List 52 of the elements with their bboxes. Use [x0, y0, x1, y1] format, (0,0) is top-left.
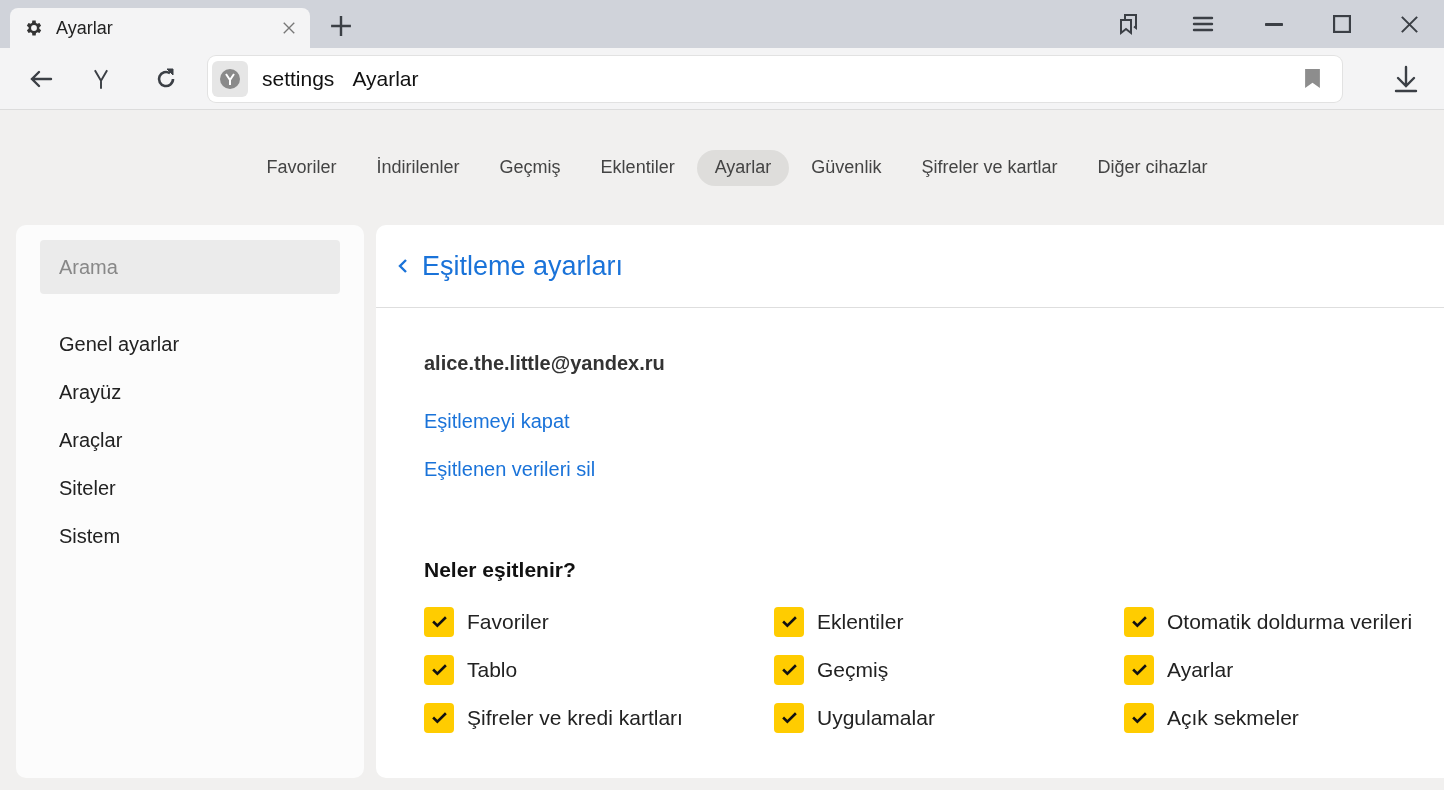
sidebar-item[interactable]: Arayüz	[40, 368, 340, 416]
maximize-icon[interactable]	[1333, 15, 1351, 33]
nav-tab[interactable]: Diğer cihazlar	[1079, 149, 1226, 186]
sidebar-item[interactable]: Sistem	[40, 512, 340, 560]
section-title: Neler eşitlenir?	[424, 557, 577, 583]
address-host: settings	[262, 65, 335, 92]
checkbox-label: Eklentiler	[817, 608, 904, 635]
checkbox-label: Favoriler	[467, 608, 549, 635]
link[interactable]: Eşitlenen verileri sil	[424, 454, 596, 484]
checkbox-label: Açık sekmeler	[1167, 704, 1299, 731]
bookmark-icon[interactable]	[1305, 69, 1320, 88]
nav-tab[interactable]: Ayarlar	[696, 149, 790, 186]
nav-tab[interactable]: İndirilenler	[358, 149, 478, 186]
download-icon[interactable]	[1394, 64, 1418, 93]
checkbox[interactable]	[424, 654, 454, 685]
checkbox-label: Uygulamalar	[817, 704, 935, 731]
close-icon[interactable]	[282, 21, 296, 35]
tab-title: Ayarlar	[56, 16, 114, 40]
checkbox[interactable]	[1124, 702, 1154, 733]
checkbox-label: Şifreler ve kredi kartları	[467, 704, 683, 731]
checkbox-label: Tablo	[467, 656, 518, 683]
nav-tab[interactable]: Favoriler	[248, 149, 355, 186]
nav-tab[interactable]: Geçmiş	[481, 149, 579, 186]
close-icon[interactable]	[1401, 15, 1418, 33]
site-icon	[212, 60, 248, 97]
nav-tab[interactable]: Eklentiler	[582, 149, 693, 186]
gear-icon	[24, 18, 44, 38]
address-bar[interactable]: settings Ayarlar	[208, 55, 1342, 102]
back-chevron-icon[interactable]	[398, 258, 408, 274]
browser-tab[interactable]: Ayarlar	[10, 8, 310, 48]
checkbox-label: Geçmiş	[817, 656, 889, 683]
address-page-title: Ayarlar	[352, 65, 420, 92]
sidebar-item[interactable]: Genel ayarlar	[40, 320, 340, 368]
checkbox[interactable]	[1124, 654, 1154, 685]
new-tab-icon[interactable]	[330, 15, 352, 37]
checkbox[interactable]	[424, 606, 454, 637]
minimize-icon[interactable]	[1265, 22, 1283, 26]
sidebar-item[interactable]: Araçlar	[40, 416, 340, 464]
account-email: alice.the.little@yandex.ru	[424, 351, 666, 376]
sidebar-item[interactable]: Siteler	[40, 464, 340, 512]
link[interactable]: Eşitlemeyi kapat	[424, 406, 570, 436]
search-field[interactable]: Arama	[40, 240, 340, 294]
nav-tab[interactable]: Şifreler ve kartlar	[903, 149, 1076, 186]
checkbox[interactable]	[774, 702, 804, 733]
nav-tab[interactable]: Güvenlik	[793, 149, 900, 186]
checkbox[interactable]	[424, 702, 454, 733]
checkbox[interactable]	[774, 654, 804, 685]
checkbox[interactable]	[774, 606, 804, 637]
checkbox[interactable]	[1124, 606, 1154, 637]
panel-title: Eşitleme ayarları	[422, 249, 624, 283]
checkbox-label: Otomatik doldurma verileri	[1167, 608, 1413, 635]
checkbox-label: Ayarlar	[1167, 656, 1234, 683]
